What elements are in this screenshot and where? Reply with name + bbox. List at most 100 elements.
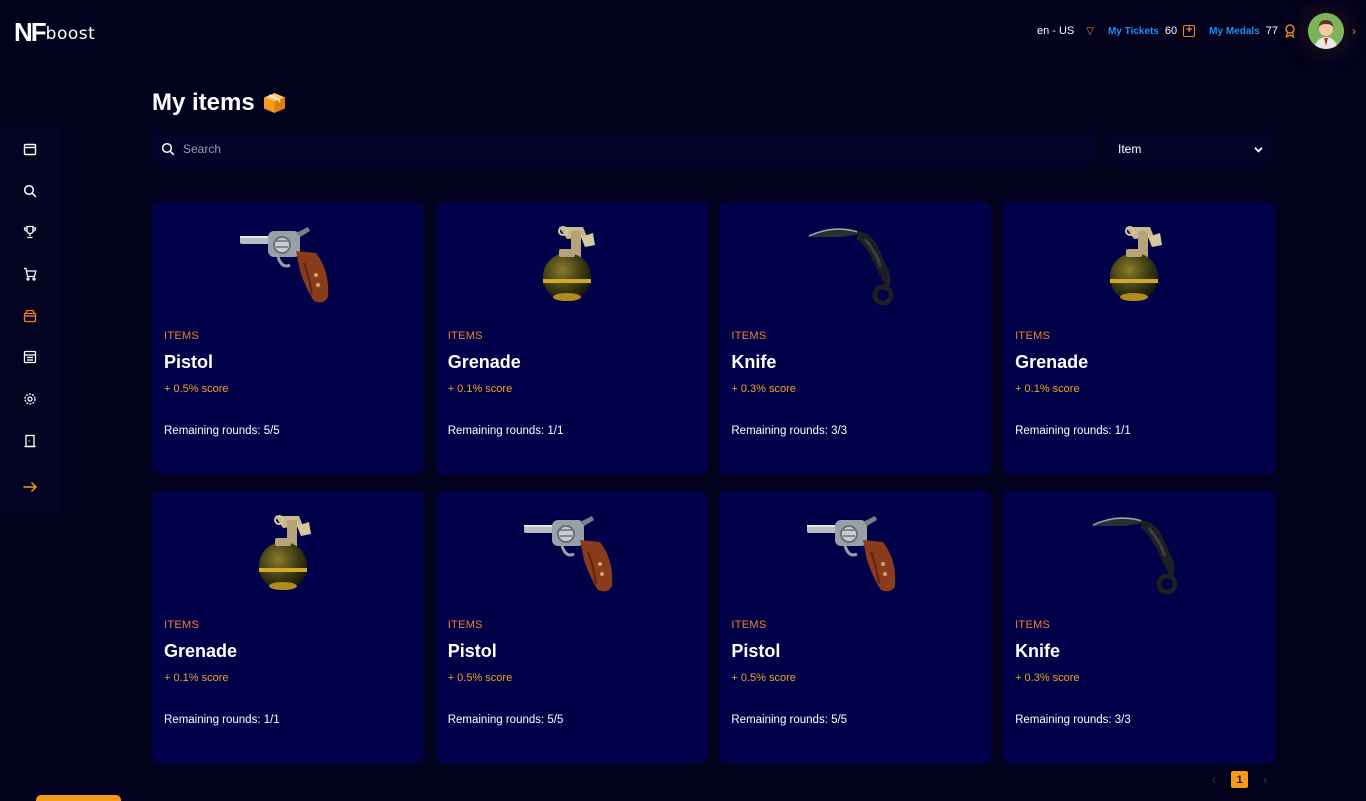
- box-icon: [23, 309, 37, 322]
- sidebar-item-settings[interactable]: [16, 385, 44, 413]
- package-icon: [263, 93, 285, 113]
- item-card[interactable]: ITEMS Grenade + 0.1% score Remaining rounds…: [435, 201, 708, 475]
- item-category: ITEMS: [164, 619, 200, 631]
- logo-text: boost: [45, 24, 96, 44]
- item-category: ITEMS: [164, 330, 200, 342]
- search-icon: [161, 142, 175, 156]
- item-remaining-rounds: Remaining rounds: 5/5: [447, 714, 564, 726]
- cart-icon: [24, 267, 37, 281]
- item-category: ITEMS: [447, 330, 483, 342]
- sidebar: [0, 122, 60, 515]
- page-number-current[interactable]: 1: [1231, 771, 1248, 788]
- pagination: ‹ 1 ›: [1207, 771, 1272, 788]
- item-image-pistol: [152, 223, 424, 307]
- door-icon: [24, 434, 36, 447]
- item-image-pistol: [436, 512, 708, 596]
- item-card[interactable]: ITEMS Grenade + 0.1% score Remaining rounds…: [1003, 201, 1276, 475]
- chevron-down-icon: [1254, 146, 1263, 153]
- sidebar-item-trophy[interactable]: [16, 218, 44, 246]
- item-score: + 0.5% score: [164, 383, 229, 395]
- category-select[interactable]: Item: [1106, 133, 1274, 165]
- sidebar-item-my-items[interactable]: [16, 302, 44, 330]
- bottom-tab[interactable]: [36, 795, 121, 801]
- medal-icon: [1285, 24, 1295, 38]
- item-score: + 0.5% score: [731, 672, 796, 684]
- item-name: Grenade: [1015, 352, 1089, 372]
- profile-chevron-icon[interactable]: ›: [1352, 24, 1356, 38]
- gear-icon: [24, 393, 36, 405]
- avatar-image: [1308, 13, 1344, 49]
- page-title: My items: [152, 89, 287, 117]
- item-name: Grenade: [447, 352, 521, 372]
- sidebar-item-expand[interactable]: [16, 473, 44, 501]
- next-page-button[interactable]: ›: [1258, 772, 1272, 787]
- item-score: + 0.3% score: [731, 383, 796, 395]
- page: NF boost en - US ▽ My Tickets 60 + My Me…: [0, 0, 1366, 801]
- item-score: + 0.1% score: [164, 672, 229, 684]
- item-image-grenade: [152, 512, 424, 596]
- item-score: + 0.1% score: [447, 383, 513, 395]
- item-image-grenade: [436, 223, 708, 307]
- medals-stat[interactable]: My Medals 77: [1209, 24, 1296, 38]
- item-image-knife: [1003, 512, 1275, 596]
- item-name: Pistol: [447, 641, 497, 661]
- item-card[interactable]: ITEMS Knife + 0.3% score Remaining rounds: …: [719, 201, 992, 475]
- items-grid: ITEMS Pistol + 0.5% score Remaining rounds:…: [152, 201, 1276, 764]
- item-card[interactable]: ITEMS Grenade + 0.1% score Remaining rounds…: [152, 490, 424, 764]
- arrow-right-icon: [23, 482, 37, 493]
- language-caret-icon[interactable]: ▽: [1086, 26, 1094, 37]
- tickets-stat[interactable]: My Tickets 60 +: [1107, 25, 1196, 37]
- sidebar-item-dashboard[interactable]: [16, 343, 44, 371]
- item-remaining-rounds: Remaining rounds: 5/5: [731, 714, 848, 726]
- item-remaining-rounds: Remaining rounds: 1/1: [164, 714, 280, 726]
- avatar[interactable]: [1308, 13, 1344, 49]
- sidebar-item-search[interactable]: [16, 177, 44, 205]
- item-card[interactable]: ITEMS Pistol + 0.5% score Remaining rounds:…: [152, 201, 424, 475]
- item-image-grenade: [1003, 223, 1275, 307]
- grid-icon: [23, 351, 37, 364]
- item-category: ITEMS: [1015, 619, 1051, 631]
- search-bar[interactable]: [152, 133, 1096, 165]
- item-score: + 0.1% score: [1015, 383, 1080, 395]
- logo-mark: NF: [14, 17, 47, 47]
- tickets-value: 60: [1164, 25, 1178, 37]
- search-icon: [23, 184, 37, 197]
- item-name: Knife: [731, 352, 777, 372]
- item-name: Pistol: [164, 352, 214, 372]
- item-remaining-rounds: Remaining rounds: 5/5: [164, 425, 280, 437]
- item-name: Pistol: [731, 641, 781, 661]
- logo[interactable]: NF boost: [14, 17, 96, 47]
- sidebar-item-cart[interactable]: [16, 260, 44, 288]
- item-name: Knife: [1015, 641, 1061, 661]
- item-category: ITEMS: [731, 330, 767, 342]
- prev-page-button[interactable]: ‹: [1207, 772, 1221, 787]
- medals-value: 77: [1265, 25, 1278, 37]
- item-image-knife: [719, 223, 991, 307]
- item-score: + 0.3% score: [1015, 672, 1080, 684]
- add-ticket-icon[interactable]: +: [1183, 25, 1196, 37]
- page-title-text: My items: [152, 89, 255, 116]
- item-card[interactable]: ITEMS Knife + 0.3% score Remaining rounds: …: [1003, 490, 1276, 764]
- medals-label: My Medals: [1209, 25, 1260, 37]
- item-category: ITEMS: [1015, 330, 1051, 342]
- category-select-value: Item: [1118, 142, 1142, 156]
- item-score: + 0.5% score: [447, 672, 513, 684]
- item-remaining-rounds: Remaining rounds: 1/1: [447, 425, 564, 437]
- search-input[interactable]: [183, 142, 1063, 156]
- item-category: ITEMS: [447, 619, 483, 631]
- item-name: Grenade: [164, 641, 238, 661]
- language-selector[interactable]: en - US: [1037, 25, 1074, 37]
- item-card[interactable]: ITEMS Pistol + 0.5% score Remaining rounds:…: [435, 490, 708, 764]
- item-image-pistol: [719, 512, 991, 596]
- item-category: ITEMS: [731, 619, 767, 631]
- sidebar-item-logout[interactable]: [16, 427, 44, 455]
- item-remaining-rounds: Remaining rounds: 3/3: [731, 425, 848, 437]
- trophy-icon: [23, 226, 37, 239]
- item-card[interactable]: ITEMS Pistol + 0.5% score Remaining rounds:…: [719, 490, 992, 764]
- calendar-icon: [23, 143, 37, 156]
- item-remaining-rounds: Remaining rounds: 3/3: [1015, 714, 1131, 726]
- topbar: en - US ▽ My Tickets 60 + My Medals 77 ›: [1037, 13, 1356, 49]
- tickets-label: My Tickets: [1107, 25, 1159, 37]
- sidebar-item-calendar[interactable]: [16, 135, 44, 163]
- item-remaining-rounds: Remaining rounds: 1/1: [1015, 425, 1131, 437]
